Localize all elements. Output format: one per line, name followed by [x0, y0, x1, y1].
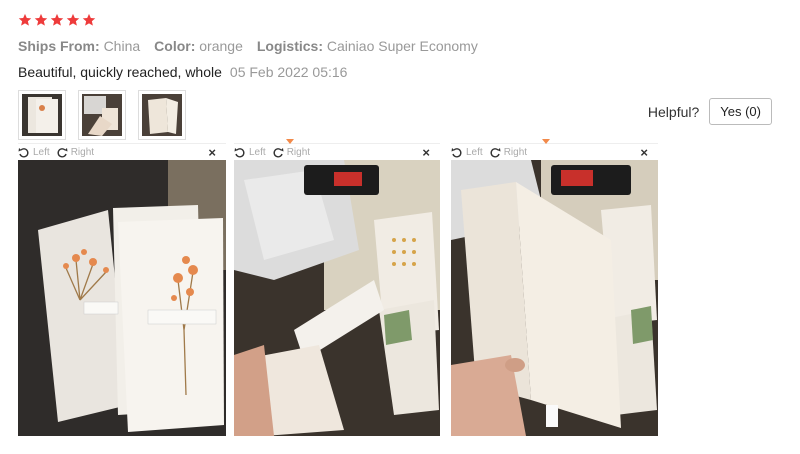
rotate-left-icon: [451, 147, 462, 158]
viewer-toolbar: Left Right ×: [451, 139, 658, 161]
close-icon[interactable]: ×: [208, 145, 216, 160]
close-icon[interactable]: ×: [640, 145, 648, 160]
photo-thumbnails: [18, 90, 186, 140]
helpful-section: Helpful? Yes (0): [648, 98, 772, 125]
rotate-left-label: Left: [33, 147, 50, 158]
active-caret: [542, 139, 550, 144]
review-photo[interactable]: [234, 160, 440, 436]
rotate-left-label: Left: [466, 147, 483, 158]
star-icon: [82, 13, 96, 26]
rotate-right-label: Right: [286, 147, 311, 158]
close-icon[interactable]: ×: [422, 145, 430, 160]
photo-viewer-1: Left Right ×: [18, 143, 226, 436]
rotate-left-icon: [18, 147, 29, 158]
rotate-right-button[interactable]: Right: [272, 147, 310, 159]
photo-viewer-3: Left Right ×: [451, 139, 658, 436]
rotate-left-button[interactable]: Left: [234, 147, 266, 159]
rotate-right-label: Right: [70, 147, 95, 158]
thumbnail[interactable]: [18, 90, 66, 140]
active-caret: [286, 139, 294, 144]
star-icon: [50, 13, 64, 26]
review-photo[interactable]: [18, 160, 226, 436]
review-line: Beautiful, quickly reached, whole 05 Feb …: [18, 64, 347, 80]
star-icon: [34, 13, 48, 26]
order-meta: Ships From: China Color: orange Logistic…: [18, 38, 478, 54]
photo-viewer-2: Left Right ×: [234, 139, 440, 436]
rotate-right-icon: [273, 147, 284, 158]
color: Color: orange: [154, 38, 243, 54]
review-date: 05 Feb 2022 05:16: [229, 64, 348, 80]
viewer-toolbar: Left Right ×: [234, 139, 440, 161]
rotate-right-label: Right: [503, 147, 528, 158]
rotate-left-button[interactable]: Left: [18, 147, 50, 159]
helpful-yes-button[interactable]: Yes (0): [709, 98, 772, 125]
thumbnail[interactable]: [138, 90, 186, 140]
rotate-right-button[interactable]: Right: [489, 147, 527, 159]
rotate-right-icon: [490, 147, 501, 158]
review-photo[interactable]: [451, 160, 658, 436]
rotate-right-button[interactable]: Right: [56, 147, 94, 159]
rotate-left-icon: [234, 147, 245, 158]
rotate-left-label: Left: [249, 147, 266, 158]
rotate-right-icon: [57, 147, 68, 158]
viewer-toolbar: Left Right ×: [18, 143, 226, 161]
star-icon: [18, 13, 32, 26]
thumbnail[interactable]: [78, 90, 126, 140]
helpful-label: Helpful?: [647, 103, 700, 120]
rating-stars: [18, 13, 96, 27]
rotate-left-button[interactable]: Left: [451, 147, 483, 159]
ships-from: Ships From: China: [18, 38, 141, 54]
review-text: Beautiful, quickly reached, whole: [18, 64, 222, 80]
logistics: Logistics: Cainiao Super Economy: [256, 38, 478, 54]
star-icon: [66, 13, 80, 26]
